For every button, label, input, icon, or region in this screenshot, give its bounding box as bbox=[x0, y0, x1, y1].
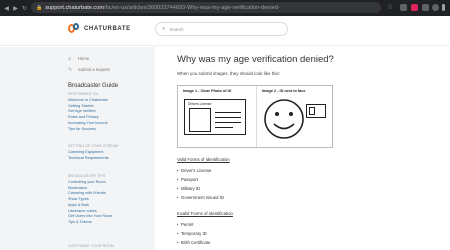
sidebar-section-tips: Broadcaster Tips Controlling your Room M… bbox=[68, 174, 112, 226]
sidebar-link[interactable]: Welcome to Chaturbate bbox=[68, 98, 108, 104]
bookmark-star-icon[interactable]: ☆ bbox=[387, 3, 393, 11]
id-card-icon: Drivers License bbox=[184, 99, 246, 135]
logo[interactable]: CHATURBATE bbox=[68, 23, 131, 35]
home-link-label: Home bbox=[78, 56, 90, 61]
held-id-card-icon bbox=[306, 104, 326, 118]
sidebar-section-performer-101: Performer 101 Welcome to Chaturbate Gett… bbox=[68, 92, 108, 132]
site-header: CHATURBATE ⌕ Search bbox=[0, 16, 450, 46]
id-card-label: Drivers License bbox=[188, 102, 212, 106]
url-path: /hc/en-us/articles/360033744693-Why-was-… bbox=[104, 4, 280, 11]
figure-caption-1: Image 1 - Clear Photo of ID bbox=[183, 89, 232, 93]
sidebar-top-links: ⌂ Home ✎ Submit a request bbox=[68, 53, 110, 75]
submit-request-link[interactable]: ✎ Submit a request bbox=[68, 64, 110, 75]
valid-id-heading: Valid Forms of Identification bbox=[177, 157, 230, 162]
search-icon: ⌕ bbox=[162, 25, 166, 32]
home-icon: ⌂ bbox=[68, 55, 72, 62]
address-bar[interactable]: 🔒 support.chaturbate.com /hc/en-us/artic… bbox=[31, 2, 381, 13]
list-item: Passport bbox=[177, 177, 198, 182]
sidebar-link[interactable]: Technical Requirements bbox=[68, 156, 118, 162]
extension-icon[interactable] bbox=[411, 4, 418, 11]
list-item: Driver's License bbox=[177, 168, 211, 173]
extension-icon[interactable] bbox=[422, 4, 429, 11]
search-placeholder: Search bbox=[169, 26, 184, 32]
sidebar-link[interactable]: Increasing Your Income bbox=[68, 121, 108, 127]
logo-text: CHATURBATE bbox=[84, 26, 131, 32]
figure-caption-2: Image 2 - ID next to face bbox=[262, 89, 306, 93]
section-heading: Performer 101 bbox=[68, 92, 99, 96]
reload-icon[interactable]: ↻ bbox=[20, 5, 29, 12]
list-item: Permit bbox=[177, 222, 194, 227]
section-heading: Setting Up Your Stream bbox=[68, 144, 119, 148]
intro-text: When you submit images, they should look… bbox=[177, 71, 281, 76]
list-item: Military ID bbox=[177, 186, 200, 191]
browser-toolbar: ◀ ▶ ↻ 🔒 support.chaturbate.com /hc/en-us… bbox=[0, 0, 450, 16]
sidebar-link[interactable]: Controlling your Room bbox=[68, 180, 112, 186]
extension-icon[interactable] bbox=[400, 4, 407, 11]
url-host: support.chaturbate.com bbox=[45, 4, 105, 11]
section-heading: Broadcaster Tips bbox=[68, 174, 106, 178]
list-item: Birth Certificate bbox=[177, 240, 210, 245]
face-icon bbox=[264, 99, 304, 139]
id-example-image: Image 1 - Clear Photo of ID Image 2 - ID… bbox=[177, 85, 333, 148]
figure-divider bbox=[256, 86, 257, 147]
puzzle-icon[interactable] bbox=[432, 4, 439, 11]
menu-icon[interactable] bbox=[442, 4, 445, 11]
submit-request-label: Submit a request bbox=[78, 67, 110, 72]
id-photo-icon bbox=[189, 108, 211, 132]
list-item: Government Issued ID bbox=[177, 195, 224, 200]
sidebar-section-setup: Setting Up Your Stream Camming Equipment… bbox=[68, 144, 118, 161]
sidebar-link[interactable]: Tips for Success bbox=[68, 127, 108, 133]
sidebar-link[interactable]: Tips & Tokens bbox=[68, 220, 112, 226]
page-title: Why was my age verification denied? bbox=[177, 54, 334, 65]
back-icon[interactable]: ◀ bbox=[2, 5, 11, 12]
sidebar-title: Broadcaster Guide bbox=[68, 83, 119, 89]
logo-mark-icon bbox=[68, 23, 80, 35]
invalid-id-heading: Invalid Forms of Identification bbox=[177, 211, 233, 216]
forward-icon[interactable]: ▶ bbox=[11, 5, 20, 12]
edit-icon: ✎ bbox=[68, 66, 73, 73]
sidebar-section-customize: Customize Your Room bbox=[68, 244, 114, 250]
section-heading: Customize Your Room bbox=[68, 244, 114, 248]
home-link[interactable]: ⌂ Home bbox=[68, 53, 110, 64]
lock-icon: 🔒 bbox=[36, 4, 43, 11]
sidebar: ⌂ Home ✎ Submit a request Broadcaster Gu… bbox=[0, 47, 155, 250]
search-input[interactable]: ⌕ Search bbox=[155, 22, 288, 36]
list-item: Temporary ID bbox=[177, 231, 207, 236]
